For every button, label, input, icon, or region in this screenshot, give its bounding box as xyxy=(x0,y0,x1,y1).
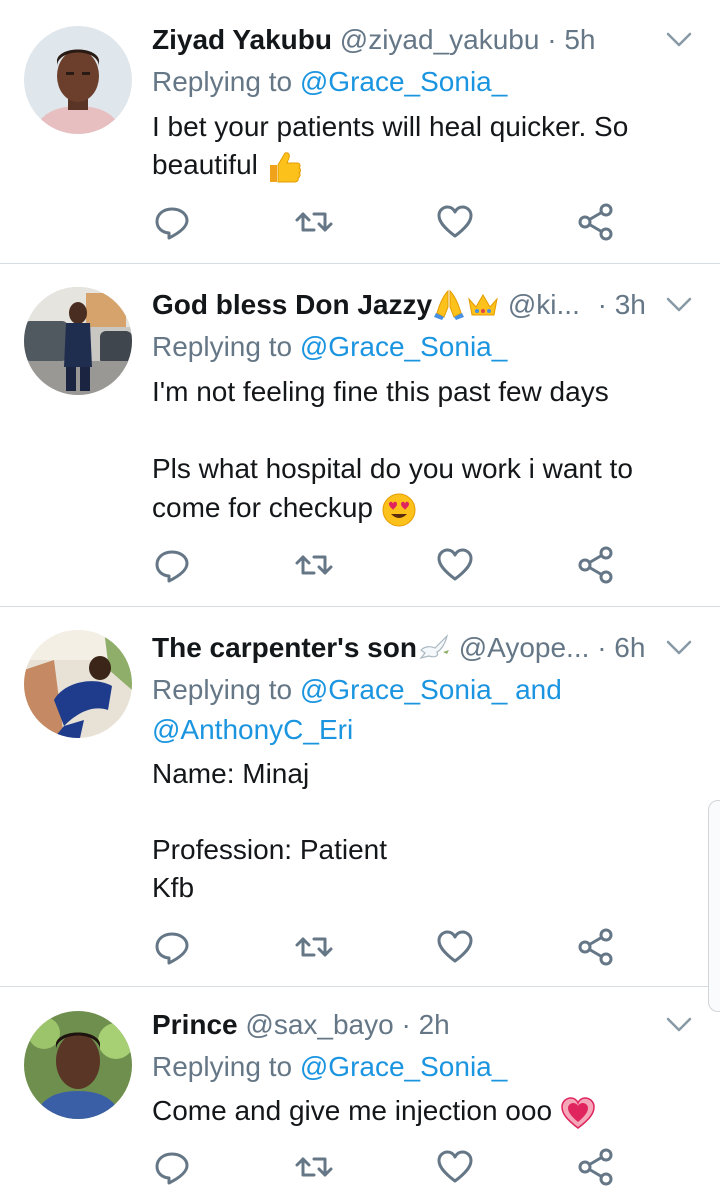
heart-eyes-face-icon xyxy=(382,493,416,527)
text-line: Come and give me injection ooo xyxy=(152,1092,692,1130)
thumbs-up-icon xyxy=(269,151,301,183)
retweet-icon[interactable] xyxy=(294,202,334,242)
text-line: I bet your patients will heal quicker. S… xyxy=(152,111,629,142)
text-line: Kfb xyxy=(152,872,195,903)
tweet-text: I'm not feeling fine this past few days … xyxy=(152,372,692,528)
tweet-text: Come and give me injection ooo xyxy=(152,1092,692,1130)
divider xyxy=(0,606,720,607)
text-line xyxy=(152,411,692,449)
chevron-down-icon[interactable] xyxy=(666,640,692,656)
reply-icon[interactable] xyxy=(152,1147,192,1187)
text-line: come for checkup xyxy=(152,488,692,528)
heart-icon xyxy=(561,1096,595,1129)
dove-icon xyxy=(419,633,449,659)
text-line: Profession: Patient xyxy=(152,834,388,865)
text-line: Name: Minaj xyxy=(152,758,310,789)
divider xyxy=(0,263,720,264)
share-icon[interactable] xyxy=(576,545,616,585)
text-line: I'm not feeling fine this past few days xyxy=(152,376,609,407)
separator-dot: · xyxy=(547,24,557,55)
replying-to: Replying to @Grace_Sonia_ xyxy=(152,62,692,102)
retweet-icon[interactable] xyxy=(294,1147,334,1187)
timestamp[interactable]: 3h xyxy=(615,289,646,320)
mention-link[interactable]: @Grace_Sonia_ xyxy=(300,1051,507,1082)
chevron-down-icon[interactable] xyxy=(666,1017,692,1033)
display-name[interactable]: God bless Don Jazzy xyxy=(152,289,432,320)
display-name[interactable]: The carpenter's son xyxy=(152,632,417,663)
replying-to: Replying to @Grace_Sonia_ and @AnthonyC_… xyxy=(152,670,692,750)
mention-link[interactable]: @Grace_Sonia_ xyxy=(300,66,507,97)
divider xyxy=(0,986,720,987)
separator-dot: · xyxy=(597,632,607,663)
separator-dot: · xyxy=(401,1009,411,1040)
text-line: Pls what hospital do you work i want to xyxy=(152,453,633,484)
tweet-header: Ziyad Yakubu @ziyad_yakubu · 5h xyxy=(152,20,652,60)
like-icon[interactable] xyxy=(435,927,475,967)
mention-link[interactable]: @Grace_Sonia_ and xyxy=(300,674,562,705)
avatar[interactable] xyxy=(24,287,132,395)
share-icon[interactable] xyxy=(576,927,616,967)
timestamp[interactable]: 5h xyxy=(564,24,595,55)
retweet-icon[interactable] xyxy=(294,545,334,585)
avatar[interactable] xyxy=(24,630,132,738)
user-handle[interactable]: @sax_bayo xyxy=(245,1009,393,1040)
mention-link[interactable]: @Grace_Sonia_ xyxy=(300,331,507,362)
action-bar xyxy=(152,927,672,967)
tweet[interactable]: God bless Don Jazzy @ki... · 3h Replying… xyxy=(0,285,720,605)
replying-label: Replying to xyxy=(152,66,293,97)
share-icon[interactable] xyxy=(576,1147,616,1187)
action-bar xyxy=(152,202,672,242)
avatar[interactable] xyxy=(24,1011,132,1119)
tweet[interactable]: Prince @sax_bayo · 2h Replying to @Grace… xyxy=(0,1005,720,1195)
scroll-handle[interactable] xyxy=(708,800,720,1012)
user-handle[interactable]: @Ayope... xyxy=(459,632,590,663)
tweet-text: Name: Minaj Profession: Patient Kfb xyxy=(152,755,692,907)
tweet-header: God bless Don Jazzy @ki... · 3h xyxy=(152,285,652,325)
chevron-down-icon[interactable] xyxy=(666,32,692,48)
reply-icon[interactable] xyxy=(152,927,192,967)
text-line: beautiful xyxy=(152,146,692,185)
share-icon[interactable] xyxy=(576,202,616,242)
retweet-icon[interactable] xyxy=(294,927,334,967)
replying-to: Replying to @Grace_Sonia_ xyxy=(152,1047,692,1087)
display-name[interactable]: Ziyad Yakubu xyxy=(152,24,332,55)
tweet-text: I bet your patients will heal quicker. S… xyxy=(152,108,692,185)
user-handle[interactable]: @ki... xyxy=(508,289,580,320)
avatar[interactable] xyxy=(24,26,132,134)
like-icon[interactable] xyxy=(435,202,475,242)
chevron-down-icon[interactable] xyxy=(666,297,692,313)
crown-icon xyxy=(468,293,498,316)
text-line xyxy=(152,793,692,831)
tweet-header: Prince @sax_bayo · 2h xyxy=(152,1005,652,1045)
action-bar xyxy=(152,545,672,585)
timestamp[interactable]: 6h xyxy=(614,632,645,663)
reply-icon[interactable] xyxy=(152,545,192,585)
user-handle[interactable]: @ziyad_yakubu xyxy=(340,24,540,55)
timestamp[interactable]: 2h xyxy=(419,1009,450,1040)
folded-hands-icon xyxy=(434,289,465,320)
replying-to: Replying to @Grace_Sonia_ xyxy=(152,327,692,367)
action-bar xyxy=(152,1147,672,1187)
replying-label: Replying to xyxy=(152,331,293,362)
mention-link[interactable]: @AnthonyC_Eri xyxy=(152,714,353,745)
separator-dot: · xyxy=(597,289,607,320)
reply-icon[interactable] xyxy=(152,202,192,242)
display-name[interactable]: Prince xyxy=(152,1009,238,1040)
replying-label: Replying to xyxy=(152,1051,293,1082)
tweet-header: The carpenter's son @Ayope... · 6h xyxy=(152,628,652,668)
like-icon[interactable] xyxy=(435,1147,475,1187)
like-icon[interactable] xyxy=(435,545,475,585)
replying-label: Replying to xyxy=(152,674,293,705)
tweet[interactable]: The carpenter's son @Ayope... · 6h Reply… xyxy=(0,628,720,983)
tweet[interactable]: Ziyad Yakubu @ziyad_yakubu · 5h Replying… xyxy=(0,20,720,265)
